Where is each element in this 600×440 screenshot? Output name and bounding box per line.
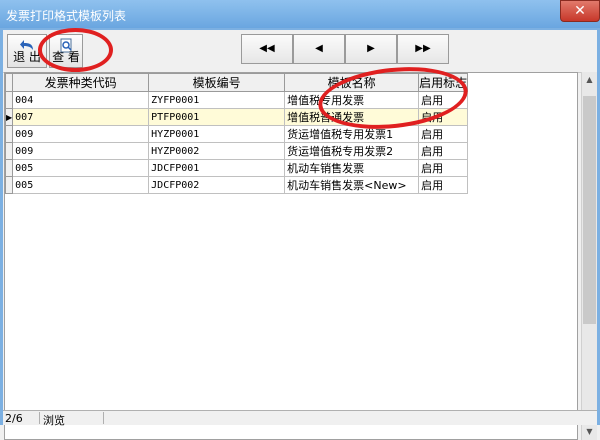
current-row-indicator-icon: ▶ — [5, 108, 14, 126]
row-indicator — [5, 176, 14, 194]
close-icon: ✕ — [574, 3, 586, 19]
record-position: 2/6 — [3, 412, 40, 425]
column-header-code[interactable]: 发票种类代码 — [12, 73, 150, 92]
column-header-template-no[interactable]: 模板编号 — [148, 73, 286, 92]
cell-template-name: 增值税普通发票 — [284, 108, 420, 126]
next-icon: ▶ — [367, 43, 375, 54]
exit-button-label: 退 出 — [13, 50, 41, 64]
window-title: 发票打印格式模板列表 — [6, 9, 127, 23]
status-bar: 2/6 浏览 — [3, 410, 597, 427]
cell-template-no: JDCFP001 — [148, 159, 286, 177]
row-indicator — [5, 125, 14, 143]
title-bar: 发票打印格式模板列表 ✕ — [0, 0, 600, 28]
template-grid[interactable]: 发票种类代码 模板编号 模板名称 启用标志 004 ZYFP0001 增值税专用… — [4, 72, 578, 440]
close-button[interactable]: ✕ — [560, 0, 600, 22]
cell-enabled-flag: 启用 — [418, 125, 469, 143]
table-row[interactable]: 009 HYZP0001 货运增值税专用发票1 启用 — [5, 125, 469, 143]
view-button-label: 查 看 — [52, 50, 80, 64]
scrollbar-thumb[interactable] — [583, 96, 596, 324]
cell-template-name: 机动车销售发票<New> — [284, 176, 420, 194]
cell-template-name: 货运增值税专用发票2 — [284, 142, 420, 160]
last-record-button[interactable]: ▶▶ — [397, 34, 449, 64]
cell-code: 005 — [12, 176, 150, 194]
cell-code: 004 — [12, 91, 150, 109]
cell-code: 009 — [12, 125, 150, 143]
view-button[interactable]: 查 看 — [49, 34, 83, 68]
header-row: 发票种类代码 模板编号 模板名称 启用标志 — [5, 73, 469, 92]
next-record-button[interactable]: ▶ — [345, 34, 397, 64]
first-record-button[interactable]: ◀◀ — [241, 34, 293, 64]
cell-template-no: HYZP0001 — [148, 125, 286, 143]
row-indicator-header — [5, 73, 14, 92]
cell-code: 007 — [12, 108, 150, 126]
cell-template-no: JDCFP002 — [148, 176, 286, 194]
scroll-down-icon[interactable]: ▼ — [582, 424, 597, 440]
cell-template-name: 增值税专用发票 — [284, 91, 420, 109]
row-indicator — [5, 159, 14, 177]
cell-template-no: PTFP0001 — [148, 108, 286, 126]
cell-enabled-flag: 启用 — [418, 159, 469, 177]
cell-template-name: 货运增值税专用发票1 — [284, 125, 420, 143]
window-frame: 退 出 查 看 ◀◀ ◀ ▶ ▶▶ 发票种类代码 模板编号 模板名称 启用标志 … — [0, 28, 600, 440]
template-table: 发票种类代码 模板编号 模板名称 启用标志 004 ZYFP0001 增值税专用… — [5, 73, 469, 194]
scroll-up-icon[interactable]: ▲ — [582, 72, 597, 88]
row-indicator — [5, 91, 14, 109]
previous-record-button[interactable]: ◀ — [293, 34, 345, 64]
cell-template-no: HYZP0002 — [148, 142, 286, 160]
cell-enabled-flag: 启用 — [418, 91, 469, 109]
last-icon: ▶▶ — [415, 43, 431, 54]
window-client: 退 出 查 看 ◀◀ ◀ ▶ ▶▶ 发票种类代码 模板编号 模板名称 启用标志 … — [3, 30, 597, 440]
cell-enabled-flag: 启用 — [418, 142, 469, 160]
table-row[interactable]: 004 ZYFP0001 增值税专用发票 启用 — [5, 91, 469, 109]
table-row[interactable]: 005 JDCFP001 机动车销售发票 启用 — [5, 159, 469, 177]
column-header-template-name[interactable]: 模板名称 — [284, 73, 420, 92]
table-row-current[interactable]: ▶ 007 PTFP0001 增值税普通发票 启用 — [5, 108, 469, 126]
vertical-scrollbar[interactable]: ▲ ▼ — [581, 72, 597, 440]
column-header-enabled-flag[interactable]: 启用标志 — [418, 73, 469, 92]
first-icon: ◀◀ — [259, 43, 275, 54]
cell-enabled-flag: 启用 — [418, 108, 469, 126]
exit-button[interactable]: 退 出 — [7, 34, 47, 68]
cell-code: 005 — [12, 159, 150, 177]
status-mode: 浏览 — [41, 412, 104, 427]
table-row[interactable]: 009 HYZP0002 货运增值税专用发票2 启用 — [5, 142, 469, 160]
cell-code: 009 — [12, 142, 150, 160]
toolbar: 退 出 查 看 ◀◀ ◀ ▶ ▶▶ — [3, 30, 597, 73]
previous-icon: ◀ — [315, 43, 323, 54]
cell-template-name: 机动车销售发票 — [284, 159, 420, 177]
table-row[interactable]: 005 JDCFP002 机动车销售发票<New> 启用 — [5, 176, 469, 194]
row-indicator — [5, 142, 14, 160]
cell-enabled-flag: 启用 — [418, 176, 469, 194]
cell-template-no: ZYFP0001 — [148, 91, 286, 109]
